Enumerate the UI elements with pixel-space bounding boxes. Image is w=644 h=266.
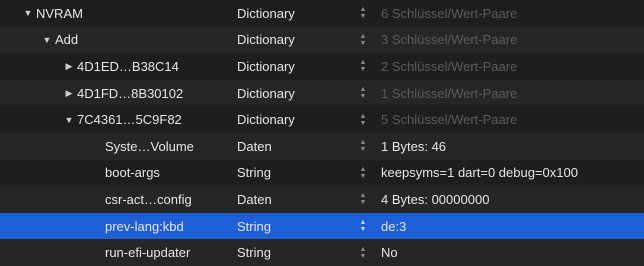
disclosure-triangle-expanded-icon[interactable]: ▼ xyxy=(41,35,53,45)
stepper-icon[interactable]: ▲ ▼ xyxy=(358,32,368,48)
stepper-icon[interactable]: ▲ ▼ xyxy=(358,58,368,74)
row-value: 1 Schlüssel/Wert-Paare xyxy=(381,85,518,101)
row-value[interactable]: 4 Bytes: 00000000 xyxy=(381,192,489,207)
row-key: ▼ NVRAM xyxy=(0,0,83,27)
row-key: run-efi-updater xyxy=(0,239,190,266)
row-key-label[interactable]: Syste…Volume xyxy=(105,139,194,154)
stepper-icon[interactable]: ▲ ▼ xyxy=(358,218,368,234)
row-type[interactable]: Daten xyxy=(237,192,272,207)
disclosure-triangle-collapsed-icon[interactable]: ▶ xyxy=(63,61,75,72)
row-type[interactable]: String xyxy=(237,165,271,180)
row-key-label[interactable]: NVRAM xyxy=(36,6,83,21)
row-type[interactable]: String xyxy=(237,245,271,260)
outline-row-nvram[interactable]: ▼ NVRAM Dictionary ▲ ▼ 6 Schlüssel/Wert-P… xyxy=(0,0,644,27)
row-key: ▶ 4D1FD…8B30102 xyxy=(0,80,184,107)
outline-row-4d1fd[interactable]: ▶ 4D1FD…8B30102 Dictionary ▲ ▼ 1 Schlüsse… xyxy=(0,79,644,107)
outline-row-4d1ed[interactable]: ▶ 4D1ED…B38C14 Dictionary ▲ ▼ 2 Schlüssel… xyxy=(0,53,644,80)
outline-row-boot-args[interactable]: boot-args String ▲ ▼ keepsyms=1 dart=0 de… xyxy=(0,160,644,187)
row-key: ▶ 4D1ED…B38C14 xyxy=(0,53,179,80)
plist-outline-view: ▼ NVRAM Dictionary ▲ ▼ 6 Schlüssel/Wert-P… xyxy=(0,0,644,266)
disclosure-triangle-collapsed-icon[interactable]: ▶ xyxy=(63,88,75,99)
row-value: 3 Schlüssel/Wert-Paare xyxy=(381,32,518,48)
row-key: prev-lang:kbd xyxy=(0,213,184,240)
row-value[interactable]: 1 Bytes: 46 xyxy=(381,139,446,154)
stepper-icon[interactable]: ▲ ▼ xyxy=(358,85,368,101)
outline-row-prev-lang-kbd[interactable]: prev-lang:kbd String ▲ ▼ de:3 xyxy=(0,212,644,240)
stepper-icon[interactable]: ▲ ▼ xyxy=(358,191,368,207)
row-key: Syste…Volume xyxy=(0,133,194,160)
disclosure-triangle-expanded-icon[interactable]: ▼ xyxy=(22,8,34,18)
row-type[interactable]: String xyxy=(237,219,271,234)
stepper-icon[interactable]: ▲ ▼ xyxy=(358,138,368,154)
row-key-label[interactable]: run-efi-updater xyxy=(105,245,190,260)
row-key-label[interactable]: csr-act…config xyxy=(105,192,192,207)
row-value: 5 Schlüssel/Wert-Paare xyxy=(381,112,518,128)
stepper-icon[interactable]: ▲ ▼ xyxy=(358,165,368,181)
outline-row-system-volume[interactable]: Syste…Volume Daten ▲ ▼ 1 Bytes: 46 xyxy=(0,133,644,160)
stepper-icon[interactable]: ▲ ▼ xyxy=(358,5,368,21)
row-value: 6 Schlüssel/Wert-Paare xyxy=(381,5,518,21)
row-key: ▼ 7C4361…5C9F82 xyxy=(0,106,182,133)
stepper-icon[interactable]: ▲ ▼ xyxy=(358,245,368,261)
row-type[interactable]: Daten xyxy=(237,139,272,154)
row-value[interactable]: de:3 xyxy=(381,219,406,234)
row-key-label[interactable]: Add xyxy=(55,32,78,47)
row-key: csr-act…config xyxy=(0,186,192,213)
row-key: boot-args xyxy=(0,160,160,187)
row-key-label[interactable]: 4D1FD…8B30102 xyxy=(77,86,183,101)
disclosure-triangle-expanded-icon[interactable]: ▼ xyxy=(63,115,75,125)
row-value[interactable]: No xyxy=(381,245,398,260)
row-key-label[interactable]: boot-args xyxy=(105,165,160,180)
row-key-label[interactable]: 7C4361…5C9F82 xyxy=(77,112,182,127)
row-value: 2 Schlüssel/Wert-Paare xyxy=(381,58,518,74)
outline-row-csr-active-config[interactable]: csr-act…config Daten ▲ ▼ 4 Bytes: 0000000… xyxy=(0,186,644,213)
row-type[interactable]: Dictionary xyxy=(237,112,295,127)
row-key-label[interactable]: 4D1ED…B38C14 xyxy=(77,59,179,74)
row-type[interactable]: Dictionary xyxy=(237,6,295,21)
row-type[interactable]: Dictionary xyxy=(237,32,295,47)
outline-row-run-efi-updater[interactable]: run-efi-updater String ▲ ▼ No xyxy=(0,239,644,266)
stepper-icon[interactable]: ▲ ▼ xyxy=(358,112,368,128)
row-value[interactable]: keepsyms=1 dart=0 debug=0x100 xyxy=(381,165,578,180)
outline-row-add[interactable]: ▼ Add Dictionary ▲ ▼ 3 Schlüssel/Wert-Paa… xyxy=(0,26,644,54)
row-type[interactable]: Dictionary xyxy=(237,86,295,101)
row-key: ▼ Add xyxy=(0,27,79,54)
row-key-label[interactable]: prev-lang:kbd xyxy=(105,219,184,234)
row-type[interactable]: Dictionary xyxy=(237,59,295,74)
outline-row-7c4361[interactable]: ▼ 7C4361…5C9F82 Dictionary ▲ ▼ 5 Schlüsse… xyxy=(0,106,644,133)
